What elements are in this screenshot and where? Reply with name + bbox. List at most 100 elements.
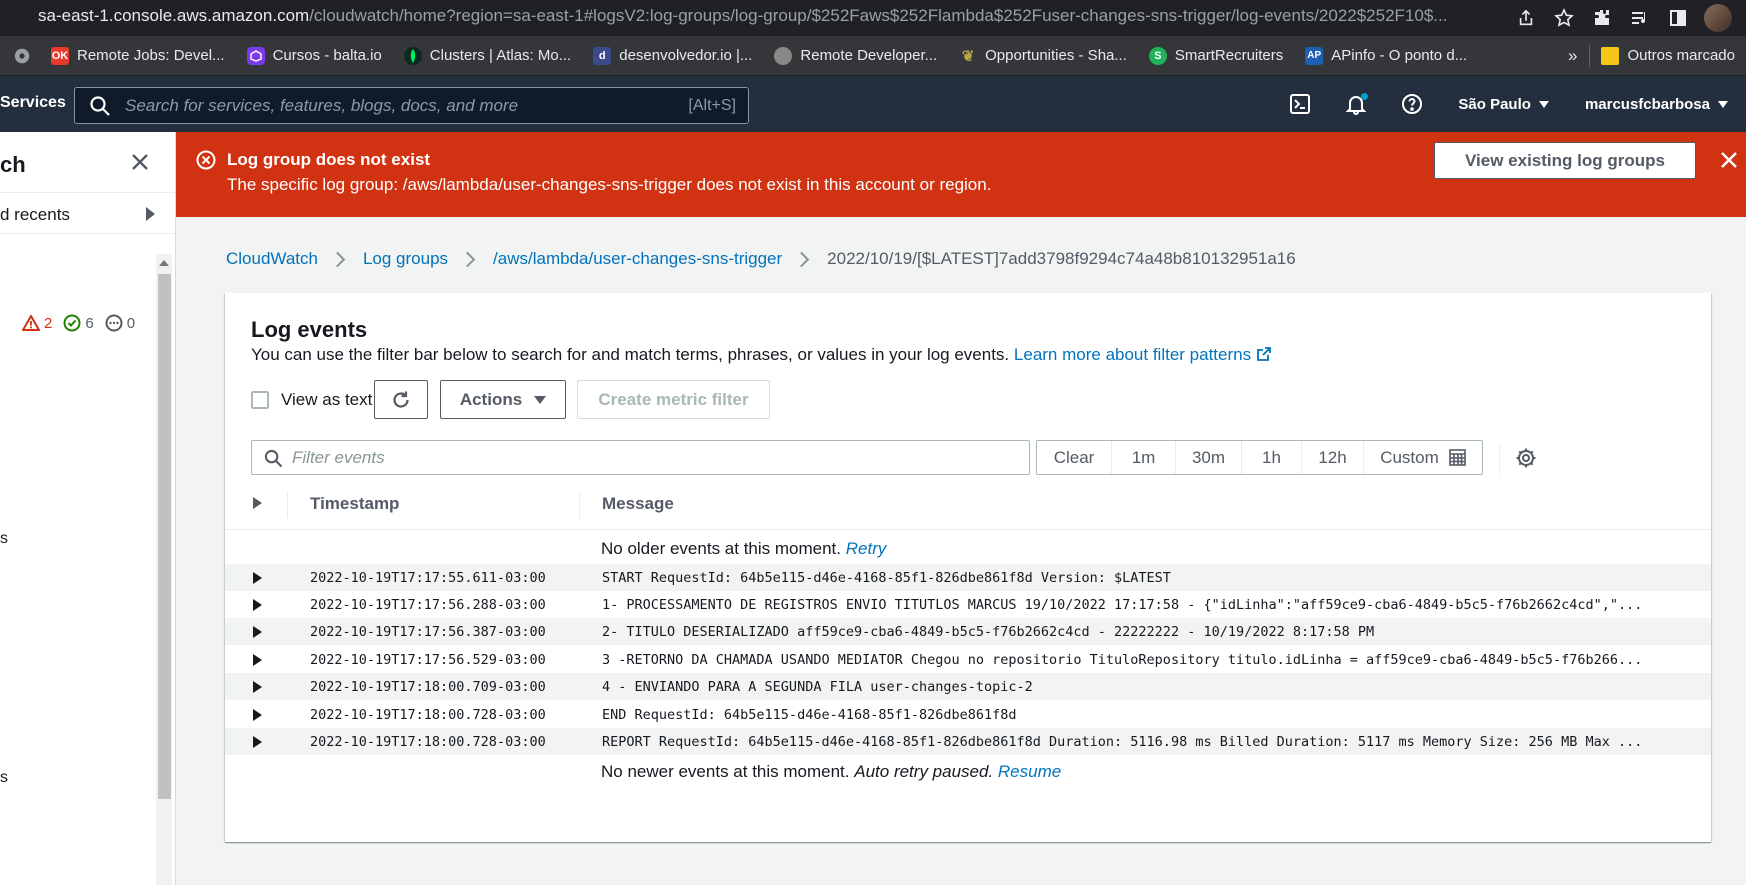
bookmarks-overflow-button[interactable]: » — [1556, 46, 1589, 66]
search-icon — [90, 95, 110, 116]
retry-link[interactable]: Retry — [846, 539, 887, 558]
expand-row-icon[interactable] — [253, 709, 262, 721]
account-menu[interactable]: marcusfcbarbosa — [1567, 96, 1746, 113]
sidebar-scroll-thumb[interactable] — [158, 274, 171, 799]
expand-all-icon[interactable] — [253, 497, 262, 509]
breadcrumb-log-stream: 2022/10/19/[$LATEST]7add3798f9294c74a48b… — [827, 249, 1296, 268]
cloudshell-icon[interactable] — [1272, 76, 1328, 132]
services-menu[interactable]: Services — [0, 94, 66, 112]
help-icon[interactable] — [1384, 76, 1440, 132]
search-placeholder: Search for services, features, blogs, do… — [125, 95, 519, 115]
bookmarks-bar: OK Remote Jobs: Devel... Cursos - balta.i… — [0, 36, 1746, 76]
alarm-insufficient[interactable]: 0 — [105, 314, 135, 332]
d-icon: d — [593, 46, 612, 65]
extensions-puzzle-icon[interactable] — [1590, 6, 1614, 30]
gear-icon[interactable] — [1515, 447, 1537, 469]
close-icon[interactable] — [128, 150, 152, 174]
chevron-down-icon — [1538, 100, 1549, 108]
error-circle-icon — [196, 150, 216, 170]
table-row[interactable]: 2022-10-19T17:17:55.611-03:00 START Reque… — [225, 564, 1711, 591]
expand-row-icon[interactable] — [253, 572, 262, 584]
warning-icon — [22, 315, 40, 331]
time-range-12h[interactable]: 12h — [1302, 441, 1364, 474]
expand-row-icon[interactable] — [253, 654, 262, 666]
resume-link[interactable]: Resume — [998, 762, 1061, 781]
expand-row-icon[interactable] — [253, 681, 262, 693]
column-divider — [579, 492, 580, 518]
table-row[interactable]: 2022-10-19T17:17:56.387-03:00 2- TITULO D… — [225, 618, 1711, 645]
learn-more-link[interactable]: Learn more about filter patterns — [1014, 345, 1271, 364]
bookmark-other-folder[interactable]: Outros marcado — [1590, 36, 1746, 76]
search-icon — [264, 449, 283, 468]
sidebar-item-fragment[interactable]: s — [0, 769, 8, 787]
folder-icon — [1601, 46, 1620, 65]
chevron-down-icon — [1718, 100, 1728, 108]
create-metric-filter-button[interactable]: Create metric filter — [577, 380, 770, 419]
column-message[interactable]: Message — [602, 494, 674, 514]
expand-row-icon[interactable] — [253, 626, 262, 638]
breadcrumb-cloudwatch[interactable]: CloudWatch — [226, 249, 318, 269]
time-range-1h[interactable]: 1h — [1242, 441, 1302, 474]
filter-events-input[interactable]: Filter events — [251, 440, 1030, 475]
table-row[interactable]: 2022-10-19T17:18:00.728-03:00 REPORT Requ… — [225, 728, 1711, 755]
bookmark-smartrecruiters[interactable]: S SmartRecruiters — [1138, 36, 1294, 76]
view-as-text-checkbox[interactable] — [251, 391, 269, 409]
time-range-1m[interactable]: 1m — [1112, 441, 1176, 474]
bookmark-opportunities[interactable]: ❦ Opportunities - Sha... — [948, 36, 1138, 76]
globe-icon — [774, 46, 793, 65]
bookmark-remote-jobs[interactable]: OK Remote Jobs: Devel... — [40, 36, 236, 76]
main-content: Log group does not exist The specific lo… — [176, 132, 1746, 885]
actions-dropdown[interactable]: Actions — [440, 380, 566, 419]
panel-description: You can use the filter bar below to sear… — [251, 345, 1271, 365]
filter-placeholder: Filter events — [292, 448, 385, 467]
expand-row-icon[interactable] — [253, 599, 262, 611]
alarm-summary: 2 6 0 — [22, 314, 141, 332]
favorites-recents-toggle[interactable]: d recents — [0, 192, 175, 234]
breadcrumb-log-groups[interactable]: Log groups — [363, 249, 448, 269]
table-row[interactable]: 2022-10-19T17:17:56.288-03:00 1- PROCESSA… — [225, 591, 1711, 618]
side-panel-icon[interactable] — [1666, 6, 1690, 30]
column-timestamp[interactable]: Timestamp — [310, 494, 399, 514]
ap-icon: AP — [1305, 46, 1324, 65]
view-existing-log-groups-button[interactable]: View existing log groups — [1434, 142, 1696, 179]
alarm-ok[interactable]: 6 — [63, 314, 94, 332]
bookmark-desenvolvedor[interactable]: d desenvolvedor.io |... — [582, 36, 763, 76]
profile-avatar[interactable] — [1704, 4, 1732, 32]
time-range-30m[interactable]: 30m — [1176, 441, 1242, 474]
alarm-in-alarm[interactable]: 2 — [22, 315, 52, 332]
apps-globe-icon[interactable] — [10, 44, 34, 68]
address-bar[interactable]: sa-east-1.console.aws.amazon.com/cloudwa… — [38, 6, 1478, 26]
bookmark-atlas[interactable]: Clusters | Atlas: Mo... — [393, 36, 582, 76]
share-icon[interactable] — [1514, 6, 1538, 30]
breadcrumb: CloudWatch Log groups /aws/lambda/user-c… — [226, 249, 1296, 269]
time-range-clear[interactable]: Clear — [1037, 441, 1112, 474]
breadcrumb-log-group[interactable]: /aws/lambda/user-changes-sns-trigger — [493, 249, 782, 269]
expand-row-icon[interactable] — [253, 736, 262, 748]
search-input[interactable]: Search for services, features, blogs, do… — [74, 87, 749, 124]
bookmark-remote-developer[interactable]: Remote Developer... — [763, 36, 948, 76]
log-events-panel: Log events You can use the filter bar be… — [225, 293, 1711, 842]
search-shortcut: [Alt+S] — [688, 96, 736, 114]
table-row[interactable]: 2022-10-19T17:18:00.709-03:00 4 - ENVIAND… — [225, 673, 1711, 700]
caret-right-icon — [146, 207, 155, 221]
newer-events-note: No newer events at this moment. Auto ret… — [601, 762, 1062, 781]
notifications-bell-icon[interactable] — [1328, 76, 1384, 132]
table-row[interactable]: 2022-10-19T17:18:00.728-03:00 END Request… — [225, 701, 1711, 728]
sidebar-item-fragment[interactable]: s — [0, 530, 8, 548]
table-row[interactable]: 2022-10-19T17:17:56.529-03:00 3 -RETORNO … — [225, 646, 1711, 673]
column-divider — [287, 492, 288, 518]
bookmark-balta[interactable]: Cursos - balta.io — [236, 36, 393, 76]
view-as-text-label[interactable]: View as text — [281, 390, 372, 410]
scroll-up-arrow-icon[interactable] — [159, 260, 169, 266]
time-range-custom[interactable]: Custom — [1364, 441, 1482, 474]
chevron-right-icon — [793, 251, 810, 267]
region-selector[interactable]: São Paulo — [1440, 96, 1567, 113]
url-path: /cloudwatch/home?region=sa-east-1#logsV2… — [309, 6, 1448, 25]
close-icon[interactable] — [1717, 148, 1741, 172]
bookmark-apinfo[interactable]: AP APinfo - O ponto d... — [1294, 36, 1478, 76]
older-events-note: No older events at this moment. Retry — [601, 539, 887, 558]
bookmark-star-icon[interactable] — [1552, 6, 1576, 30]
refresh-button[interactable] — [374, 380, 428, 419]
ok-icon: OK — [51, 46, 69, 65]
media-queue-icon[interactable] — [1628, 6, 1652, 30]
